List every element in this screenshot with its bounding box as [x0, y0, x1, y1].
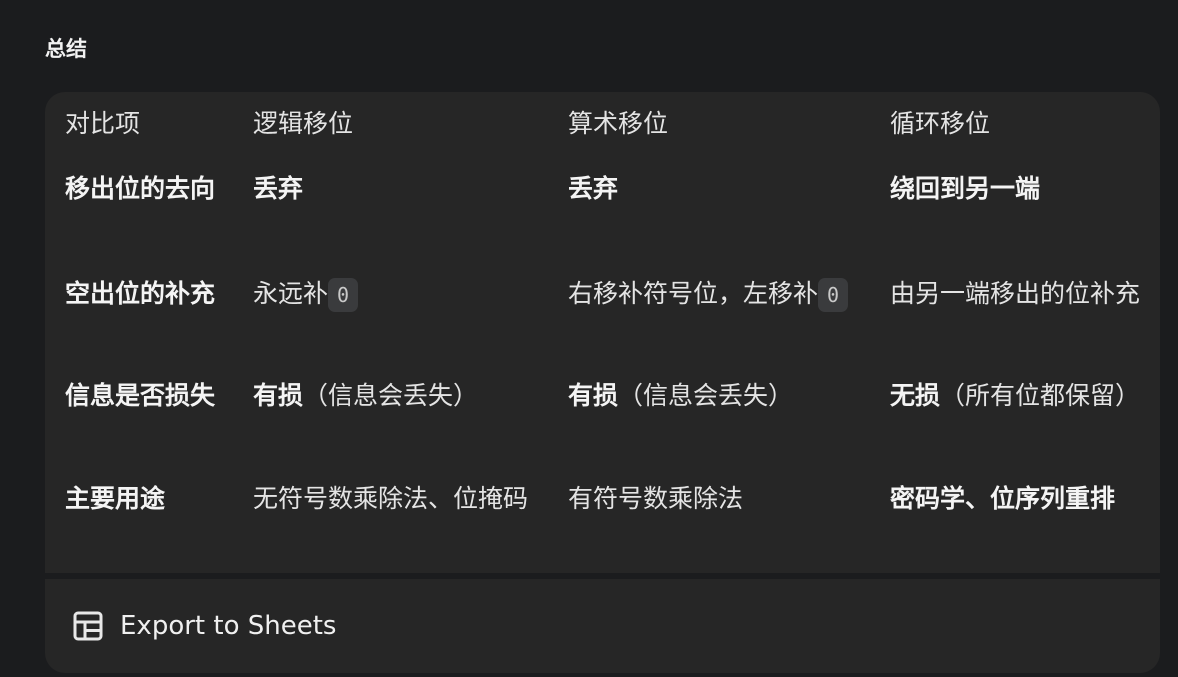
row-label-info-loss: 信息是否损失: [65, 381, 216, 410]
table-header-logical-shift: 逻辑移位: [253, 109, 354, 138]
table-footer: Export to Sheets: [45, 579, 1160, 673]
cell-arithmetic-vacated: 右移补符号位，左移补 0: [568, 275, 858, 313]
cell-circular-use: 密码学、位序列重排: [890, 484, 1116, 513]
export-to-sheets-button[interactable]: Export to Sheets: [72, 603, 336, 649]
cell-arithmetic-info-loss: 有损（信息会丢失）: [568, 377, 858, 415]
cell-text: 右移补符号位，左移补: [568, 279, 819, 308]
inline-code: 0: [818, 278, 849, 312]
cell-text: （所有位都保留）: [940, 381, 1141, 410]
cell-logical-shifted-out: 丢弃: [253, 174, 304, 203]
table-grid-icon: [72, 610, 104, 642]
cell-emphasis: 无损: [890, 381, 941, 410]
cell-text: （信息会丢失）: [618, 381, 794, 410]
section-title: 总结: [45, 37, 87, 61]
cell-logical-use: 无符号数乘除法、位掩码: [253, 484, 529, 513]
cell-logical-vacated: 永远补 0: [253, 275, 548, 313]
table-header-circular-shift: 循环移位: [890, 109, 991, 138]
table-header-item: 对比项: [65, 109, 141, 138]
cell-circular-vacated: 由另一端移出的位补充: [890, 279, 1141, 308]
comparison-table: 对比项 逻辑移位 算术移位 循环移位 移出位的去向 丢弃 丢弃 绕回到另一端 空…: [45, 92, 1160, 573]
cell-emphasis: 有损: [253, 381, 304, 410]
cell-text: 永远补: [253, 279, 329, 308]
inline-code: 0: [328, 278, 359, 312]
table-header-arithmetic-shift: 算术移位: [568, 109, 669, 138]
cell-circular-shifted-out: 绕回到另一端: [890, 174, 1041, 203]
cell-arithmetic-shifted-out: 丢弃: [568, 174, 619, 203]
row-label-main-use: 主要用途: [65, 484, 166, 513]
cell-emphasis: 有损: [568, 381, 619, 410]
cell-arithmetic-use: 有符号数乘除法: [568, 484, 744, 513]
export-to-sheets-label: Export to Sheets: [120, 611, 337, 641]
row-label-shifted-out-bits: 移出位的去向: [65, 174, 216, 203]
cell-logical-info-loss: 有损（信息会丢失）: [253, 377, 548, 415]
row-label-vacated-bits: 空出位的补充: [65, 279, 216, 308]
cell-text: （信息会丢失）: [303, 381, 479, 410]
cell-circular-info-loss: 无损（所有位都保留）: [890, 377, 1160, 415]
